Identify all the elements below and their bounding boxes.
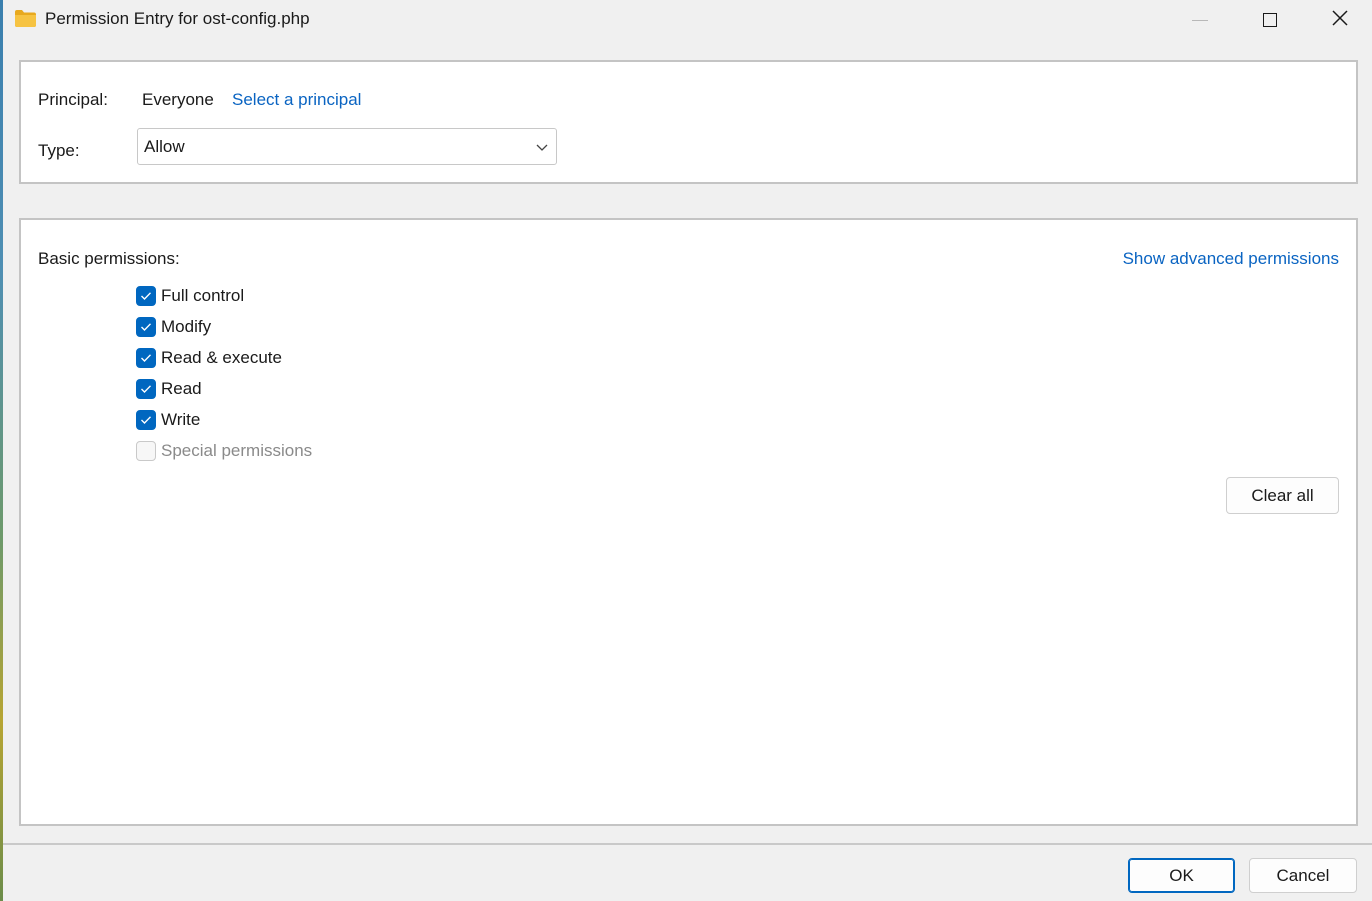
checkbox-checked-icon[interactable] [136, 379, 156, 399]
type-dropdown-value: Allow [144, 137, 185, 156]
minimize-button[interactable] [1165, 0, 1235, 40]
type-dropdown[interactable]: Allow [137, 128, 557, 165]
permission-entry-window: Permission Entry for ost-config.php Prin… [0, 0, 1372, 901]
checkbox-checked-icon[interactable] [136, 317, 156, 337]
maximize-icon [1263, 13, 1277, 27]
title-bar[interactable]: Permission Entry for ost-config.php [3, 0, 1372, 40]
maximize-button[interactable] [1235, 0, 1305, 40]
permission-label: Special permissions [161, 441, 313, 460]
permission-label: Read [161, 379, 202, 398]
permission-label: Modify [161, 317, 212, 336]
basic-permissions-heading: Basic permissions: [38, 249, 180, 268]
minimize-icon [1192, 19, 1208, 21]
principal-label: Principal: [38, 90, 108, 109]
close-icon [1332, 9, 1348, 31]
permission-label: Full control [161, 286, 245, 305]
close-button[interactable] [1305, 0, 1372, 40]
desktop-background-edge [0, 0, 3, 901]
permission-full-control[interactable]: Full control [136, 284, 244, 308]
select-principal-link[interactable]: Select a principal [232, 90, 361, 110]
window-title: Permission Entry for ost-config.php [45, 9, 310, 28]
permission-modify[interactable]: Modify [136, 315, 211, 339]
footer-divider [3, 843, 1372, 845]
permission-write[interactable]: Write [136, 408, 200, 432]
clear-all-button[interactable]: Clear all [1226, 477, 1339, 514]
checkbox-disabled [136, 441, 156, 461]
permission-special: Special permissions [136, 439, 312, 463]
checkbox-checked-icon[interactable] [136, 286, 156, 306]
checkbox-checked-icon[interactable] [136, 410, 156, 430]
ok-button[interactable]: OK [1128, 858, 1235, 893]
principal-value: Everyone [142, 90, 214, 109]
checkbox-checked-icon[interactable] [136, 348, 156, 368]
principal-panel: Principal: Everyone Select a principal T… [19, 60, 1358, 184]
permission-read-execute[interactable]: Read & execute [136, 346, 282, 370]
permission-label: Write [161, 410, 201, 429]
chevron-down-icon [534, 139, 550, 155]
permission-read[interactable]: Read [136, 377, 202, 401]
type-label: Type: [38, 141, 80, 160]
permissions-panel: Basic permissions: Show advanced permiss… [19, 218, 1358, 826]
show-advanced-permissions-link[interactable]: Show advanced permissions [1123, 249, 1339, 269]
permission-label: Read & execute [161, 348, 282, 367]
cancel-button[interactable]: Cancel [1249, 858, 1357, 893]
folder-icon [14, 9, 37, 28]
